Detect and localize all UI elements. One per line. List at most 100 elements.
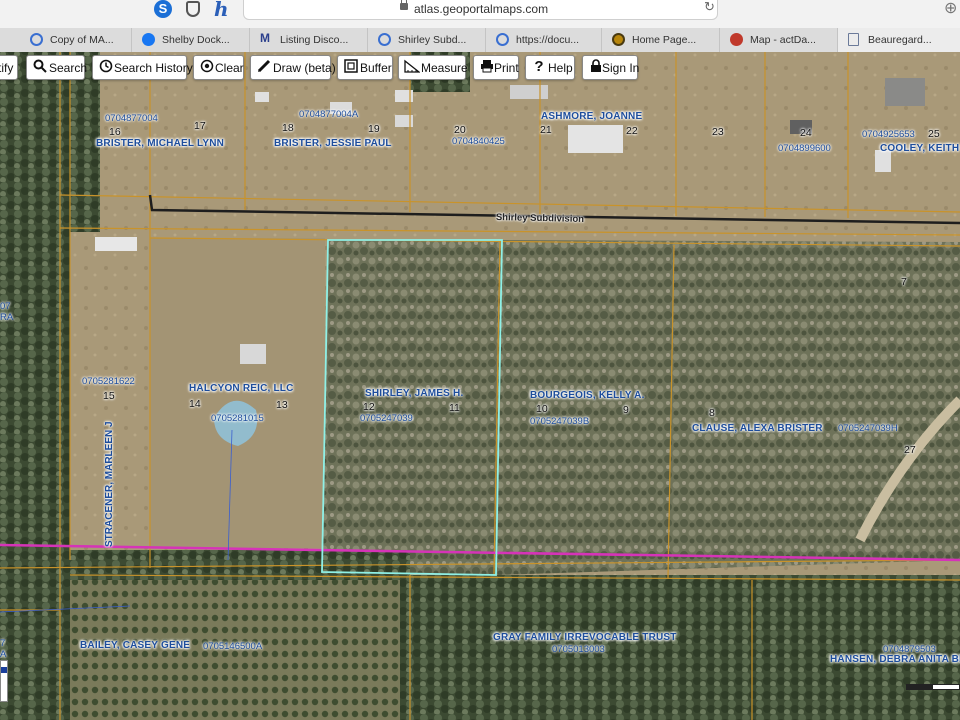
tab-bar: Copy of MA... Shelby Dock... M Listing D… xyxy=(0,28,960,53)
skype-icon[interactable]: S xyxy=(154,0,172,18)
owner-label[interactable]: SHIRLEY, JAMES H. xyxy=(365,388,463,399)
road-label: Shirley Subdivision xyxy=(495,212,585,225)
tab-beauregard[interactable]: Beauregard... xyxy=(838,28,960,52)
parcel-id-label: 0705281622 xyxy=(82,376,135,387)
owner-label[interactable]: HALCYON REIC, LLC xyxy=(189,383,294,394)
help-label: Help xyxy=(548,61,573,75)
lot-number: 14 xyxy=(189,398,201,410)
help-button[interactable]: ? Help xyxy=(525,55,575,80)
shield-icon[interactable] xyxy=(186,1,200,17)
lot-number: 22 xyxy=(626,125,638,137)
owner-label[interactable]: BOURGEOIS, KELLY A. xyxy=(530,390,645,401)
edge-label: 07 xyxy=(0,301,11,312)
map-canvas[interactable]: Shirley Subdivision BRISTER, MICHAEL LYN… xyxy=(0,52,960,720)
lot-number: 16 xyxy=(109,126,121,138)
tab-map-actda[interactable]: Map - actDa... xyxy=(720,28,838,52)
parcel-id-label: 0705247039H xyxy=(838,423,898,434)
parcel-id-label: 0705247039B xyxy=(530,416,590,427)
reload-icon[interactable]: ↻ xyxy=(704,0,715,15)
lot-number: 17 xyxy=(194,120,206,132)
lot-number: 11 xyxy=(449,402,460,414)
lot-number: 21 xyxy=(540,124,552,136)
search-button[interactable]: Search xyxy=(26,55,88,80)
facebook-icon xyxy=(142,33,155,46)
identify-button[interactable]: tify xyxy=(0,55,18,80)
document-icon xyxy=(848,33,859,46)
sign-in-button[interactable]: Sign In xyxy=(582,55,639,80)
pin-icon xyxy=(378,33,391,46)
chrome-doc-icon xyxy=(30,33,43,46)
lot-number: 24 xyxy=(800,127,812,139)
owner-label[interactable]: CLAUSE, ALEXA BRISTER xyxy=(692,423,823,434)
print-button[interactable]: Print xyxy=(473,55,519,80)
download-icon[interactable]: ⊕ xyxy=(944,0,957,18)
parcel-id-label: 0704840425 xyxy=(452,136,505,147)
owner-label[interactable]: BRISTER, JESSIE PAUL xyxy=(274,138,392,149)
browser-toolbar: S h atlas.geoportalmaps.com ↻ ⊕ xyxy=(0,0,960,29)
owner-label[interactable]: STRACENER, MARLEEN J xyxy=(104,421,115,547)
lot-number: 19 xyxy=(368,123,380,135)
url-bar[interactable]: atlas.geoportalmaps.com ↻ xyxy=(243,0,718,20)
search-icon xyxy=(32,59,48,75)
parcel-id-label: 0704879503 xyxy=(883,644,936,655)
gear-icon xyxy=(730,33,743,46)
tab-home-page[interactable]: Home Page... xyxy=(602,28,720,52)
search-label: Search xyxy=(49,61,88,75)
map-control[interactable] xyxy=(0,660,8,702)
pencil-icon xyxy=(256,59,272,75)
tab-shirley-subd[interactable]: Shirley Subd... xyxy=(368,28,486,52)
tab-label: Map - actDa... xyxy=(750,34,816,46)
draw-label: Draw (beta) xyxy=(273,61,336,75)
edge-label: RA xyxy=(0,312,14,323)
parcel-id-label: 0705146500A xyxy=(203,641,263,652)
lot-number: 27 xyxy=(904,444,916,456)
help-icon: ? xyxy=(534,58,544,75)
ruler-icon xyxy=(404,59,421,75)
edge-label: 7 xyxy=(0,638,6,649)
tab-listing-disco[interactable]: M Listing Disco... xyxy=(250,28,368,52)
lot-number: 8 xyxy=(709,407,715,419)
lot-number: 9 xyxy=(623,404,629,416)
scale-bar xyxy=(906,684,960,690)
owner-label[interactable]: HANSEN, DEBRA ANITA BRI xyxy=(830,654,960,665)
tab-label: Beauregard... xyxy=(868,34,932,46)
tab-shelby-dock[interactable]: Shelby Dock... xyxy=(132,28,250,52)
owner-label[interactable]: COOLEY, KEITH A xyxy=(880,143,960,154)
tab-label: Listing Disco... xyxy=(280,34,349,46)
lot-number: 10 xyxy=(536,403,548,415)
measure-label: Measure xyxy=(421,61,468,75)
lock-icon xyxy=(400,0,408,10)
tab-label: Home Page... xyxy=(632,34,697,46)
lot-number: 13 xyxy=(276,399,288,411)
tab-label: https://docu... xyxy=(516,34,580,46)
tab-copy-of-ma[interactable]: Copy of MA... xyxy=(20,28,132,52)
lot-number: 15 xyxy=(103,390,115,402)
clear-button[interactable]: Clear xyxy=(193,55,244,80)
owner-label[interactable]: BRISTER, MICHAEL LYNN xyxy=(96,138,224,149)
owner-label[interactable]: ASHMORE, JOANNE xyxy=(541,111,642,122)
owner-label[interactable]: BAILEY, CASEY GENE xyxy=(80,640,190,651)
tab-label: Shirley Subd... xyxy=(398,34,467,46)
honey-icon[interactable]: h xyxy=(214,0,229,21)
edge-label: A xyxy=(0,649,7,660)
buffer-icon xyxy=(343,59,359,75)
measure-button[interactable]: Measure xyxy=(398,55,468,80)
search-history-label: Search History xyxy=(114,61,193,75)
draw-button[interactable]: Draw (beta) xyxy=(250,55,336,80)
clear-label: Clear xyxy=(215,61,244,75)
tab-label: Shelby Dock... xyxy=(162,34,230,46)
search-history-button[interactable]: Search History xyxy=(92,55,193,80)
parcel-id-label: 0705013003 xyxy=(552,644,605,655)
url-text: atlas.geoportalmaps.com xyxy=(414,2,549,16)
clock-icon xyxy=(98,59,114,75)
parcel-id-label: 0705247039 xyxy=(360,413,413,424)
parcel-id-label: 0704925653 xyxy=(862,129,915,140)
owner-label[interactable]: GRAY FAMILY IRREVOCABLE TRUST xyxy=(493,632,677,643)
buffer-button[interactable]: Buffer xyxy=(337,55,393,80)
target-icon xyxy=(199,59,215,75)
parcel-id-label: 0704899600 xyxy=(778,143,831,154)
tab-docu[interactable]: https://docu... xyxy=(486,28,602,52)
lot-number: 25 xyxy=(928,128,940,140)
printer-icon xyxy=(479,59,495,75)
tab-label: Copy of MA... xyxy=(50,34,114,46)
